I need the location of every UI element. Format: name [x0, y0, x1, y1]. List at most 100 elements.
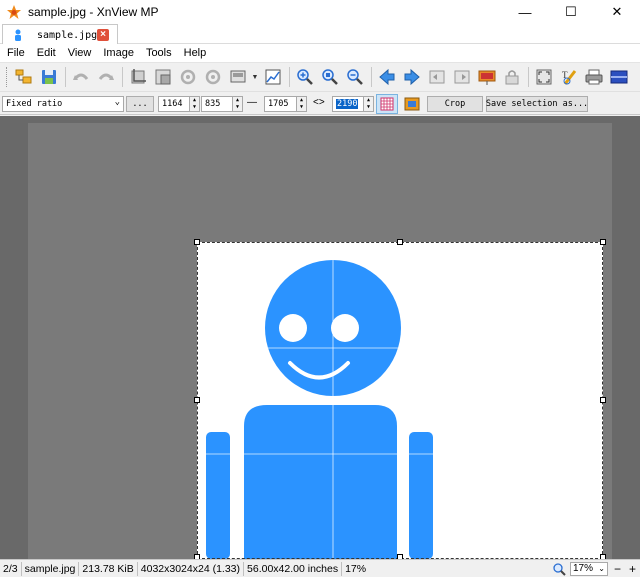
- more-ratio-button[interactable]: ...: [126, 96, 154, 112]
- rotate-left-button[interactable]: [176, 65, 200, 89]
- menu-help[interactable]: Help: [178, 47, 213, 59]
- crop-handle-top-left[interactable]: [194, 239, 200, 245]
- browser-button[interactable]: [12, 65, 36, 89]
- dash-separator: —: [247, 97, 257, 108]
- lock-button[interactable]: [500, 65, 524, 89]
- tab-label: sample.jpg: [37, 29, 98, 41]
- lock-icon: [505, 70, 519, 85]
- zoom-out-icon: [347, 69, 363, 85]
- edit-text-icon: T: [562, 70, 577, 85]
- crop-x-input[interactable]: 1164 ▲ ▼: [158, 96, 200, 112]
- menu-view[interactable]: View: [62, 47, 98, 59]
- slideshow-button[interactable]: [475, 65, 499, 89]
- close-button[interactable]: ✕: [594, 0, 640, 24]
- close-icon: ✕: [611, 4, 623, 19]
- main-toolbar: ▼ T: [0, 62, 640, 91]
- toolbar-separator: [371, 67, 372, 87]
- edit-text-button[interactable]: T: [557, 65, 581, 89]
- redo-button[interactable]: [94, 65, 118, 89]
- resize-icon: [155, 69, 171, 85]
- zoom-minus-button[interactable]: −: [614, 562, 621, 576]
- image-index: 2/3: [0, 561, 22, 576]
- zoom-search-icon[interactable]: [552, 562, 566, 576]
- menu-tools[interactable]: Tools: [140, 47, 178, 59]
- adjust-dropdown-icon[interactable]: ▼: [251, 65, 259, 89]
- rotate-right-button[interactable]: [201, 65, 225, 89]
- image-content: [197, 242, 603, 559]
- crop-y-input[interactable]: 835 ▲ ▼: [201, 96, 243, 112]
- zoom-in-button[interactable]: [293, 65, 317, 89]
- fullscreen-icon: [536, 69, 552, 85]
- y-spinner[interactable]: ▲ ▼: [232, 97, 242, 111]
- zoom-out-button[interactable]: [343, 65, 367, 89]
- adjust-button[interactable]: [226, 65, 250, 89]
- menu-image[interactable]: Image: [97, 47, 140, 59]
- first-button[interactable]: [425, 65, 449, 89]
- x-spinner[interactable]: ▲ ▼: [189, 97, 199, 111]
- zoom-fit-button[interactable]: [318, 65, 342, 89]
- save-icon: [42, 70, 56, 84]
- redo-icon: [98, 73, 114, 80]
- print-button[interactable]: [582, 65, 606, 89]
- crop-handle-right[interactable]: [600, 397, 606, 403]
- previous-button[interactable]: [375, 65, 399, 89]
- zoom-fit-icon: [322, 69, 338, 85]
- menu-edit[interactable]: Edit: [31, 47, 62, 59]
- first-icon: [429, 70, 445, 84]
- menu-bar: File Edit View Image Tools Help: [0, 44, 640, 62]
- xnview-app-icon: [6, 4, 22, 20]
- crop-handle-left[interactable]: [194, 397, 200, 403]
- crop-button[interactable]: Crop: [427, 96, 483, 112]
- width-spinner[interactable]: ▲ ▼: [296, 97, 306, 111]
- crop-handle-top[interactable]: [397, 239, 403, 245]
- image-canvas[interactable]: [0, 116, 640, 559]
- status-bar: 2/3 sample.jpg 213.78 KiB 4032x3024x24 (…: [0, 559, 640, 577]
- status-zoom: 17%: [345, 562, 367, 575]
- toolbar-separator: [65, 67, 66, 87]
- zoom-level-input[interactable]: 17% ⌄: [569, 562, 608, 576]
- ratio-mode-select[interactable]: Fixed ratio ⌄: [2, 96, 124, 112]
- status-filename: sample.jpg: [22, 561, 80, 576]
- undo-icon: [73, 73, 89, 80]
- save-button[interactable]: [37, 65, 61, 89]
- zoom-in-icon: [297, 69, 313, 85]
- ratio-mode-value: Fixed ratio: [6, 99, 63, 109]
- status-print-size: 56.00x42.00 inches: [244, 561, 343, 576]
- last-icon: [454, 70, 470, 84]
- window-title: sample.jpg - XnView MP: [28, 5, 159, 19]
- rotate-right-icon: [205, 69, 221, 85]
- title-bar: sample.jpg - XnView MP — ☐ ✕: [0, 0, 640, 24]
- crop-handle-top-right[interactable]: [600, 239, 606, 245]
- swap-dimensions-label[interactable]: <>: [313, 97, 325, 108]
- next-icon: [404, 68, 420, 86]
- levels-icon: [265, 69, 281, 85]
- tab-sample-jpg[interactable]: sample.jpg ×: [2, 24, 118, 45]
- maximize-button[interactable]: ☐: [548, 0, 594, 24]
- print-icon: [585, 69, 603, 85]
- fullscreen-button[interactable]: [532, 65, 556, 89]
- minimize-button[interactable]: —: [502, 0, 548, 24]
- crop-tool-button[interactable]: [126, 65, 150, 89]
- crop-preview-button[interactable]: [401, 94, 423, 114]
- height-spinner[interactable]: ▲ ▼: [363, 97, 373, 111]
- crop-width-input[interactable]: 1705 ▲ ▼: [264, 96, 307, 112]
- adjust-icon: [230, 70, 246, 83]
- minimize-icon: —: [518, 4, 532, 20]
- save-selection-button[interactable]: Save selection as...: [486, 96, 588, 112]
- figure-illustration: [197, 242, 603, 559]
- browser-icon: [15, 69, 32, 84]
- chevron-down-icon[interactable]: ⌄: [598, 563, 605, 575]
- zoom-plus-button[interactable]: +: [629, 562, 636, 576]
- settings-icon: [610, 70, 628, 84]
- tab-close-icon[interactable]: ×: [97, 29, 109, 41]
- last-button[interactable]: [450, 65, 474, 89]
- grid-toggle-button[interactable]: [376, 94, 398, 114]
- toolbar-separator: [289, 67, 290, 87]
- next-button[interactable]: [400, 65, 424, 89]
- resize-button[interactable]: [151, 65, 175, 89]
- menu-file[interactable]: File: [0, 47, 31, 59]
- settings-button[interactable]: [607, 65, 631, 89]
- crop-height-input[interactable]: 2190 ▲ ▼: [332, 96, 374, 112]
- levels-button[interactable]: [261, 65, 285, 89]
- undo-button[interactable]: [69, 65, 93, 89]
